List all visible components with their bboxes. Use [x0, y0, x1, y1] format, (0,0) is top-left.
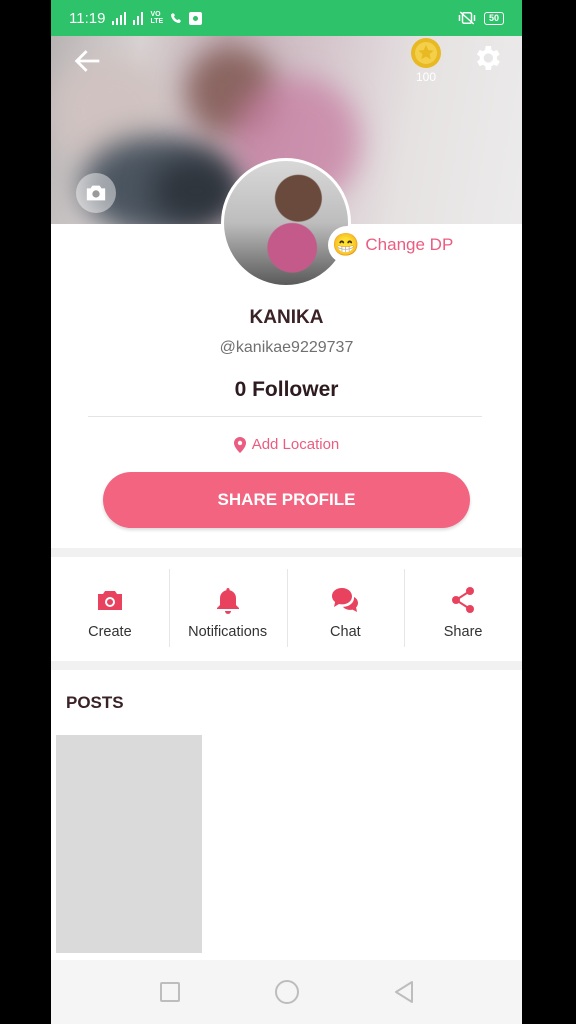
call-icon [171, 13, 182, 23]
camera-icon [95, 585, 125, 615]
settings-button[interactable] [471, 42, 503, 74]
share-icon [448, 585, 478, 615]
chat-action[interactable]: Chat [286, 557, 405, 661]
back-button[interactable] [71, 44, 105, 78]
status-time: 11:19 [69, 9, 106, 27]
action-label: Chat [330, 624, 361, 640]
posts-heading: POSTS [66, 693, 124, 712]
coin-button[interactable] [409, 36, 443, 70]
triangle-back-icon [394, 981, 413, 1003]
action-label: Create [88, 624, 132, 640]
coin-icon [411, 38, 441, 68]
gear-icon [476, 46, 500, 70]
add-location-link[interactable]: Add Location [51, 436, 522, 453]
create-action[interactable]: Create [51, 557, 169, 661]
back-nav-button[interactable] [390, 978, 418, 1006]
action-bar: Create Notifications Chat Share [51, 557, 522, 661]
signal-icon [112, 11, 127, 25]
profile-avatar[interactable] [221, 158, 351, 288]
recents-button[interactable] [156, 978, 184, 1006]
arrow-left-icon [74, 50, 100, 72]
battery-icon: 50 [483, 11, 504, 25]
screen-record-icon [189, 11, 203, 25]
add-location-label: Add Location [251, 436, 340, 453]
profile-name: KANIKA [249, 307, 324, 328]
home-button[interactable] [273, 978, 301, 1006]
action-label: Share [443, 624, 483, 640]
action-label: Notifications [188, 624, 268, 640]
change-dp-button[interactable]: 😁 Change DP [328, 226, 466, 264]
signal-icon-2 [133, 11, 144, 25]
share-profile-button[interactable]: SHARE PROFILE [103, 472, 470, 528]
follower-count[interactable]: 0 Follower [51, 378, 522, 402]
profile-handle: @kanikae9229737 [219, 339, 354, 356]
volte-indicator: VO LTE [150, 11, 164, 25]
circle-icon [274, 980, 299, 1004]
divider [88, 416, 482, 417]
chat-bubbles-icon [330, 585, 360, 615]
app-screen: 11:19 VO LTE 50 100 😁 Change DP KANIKA @… [51, 0, 522, 1024]
mute-vibrate-icon [458, 11, 476, 25]
section-separator [51, 548, 522, 557]
camera-icon [86, 185, 106, 201]
post-thumbnail[interactable] [56, 735, 202, 953]
location-pin-icon [233, 436, 246, 453]
bell-icon [213, 585, 243, 615]
coin-count: 100 [415, 70, 437, 84]
status-bar: 11:19 VO LTE 50 [51, 0, 522, 36]
change-cover-button[interactable] [76, 173, 116, 213]
system-nav-bar [51, 960, 522, 1024]
section-separator [51, 661, 522, 670]
square-icon [159, 982, 180, 1002]
notifications-action[interactable]: Notifications [168, 557, 287, 661]
change-dp-label: Change DP [365, 235, 454, 254]
grin-emoji-icon: 😁 [332, 232, 360, 257]
share-action[interactable]: Share [404, 557, 522, 661]
